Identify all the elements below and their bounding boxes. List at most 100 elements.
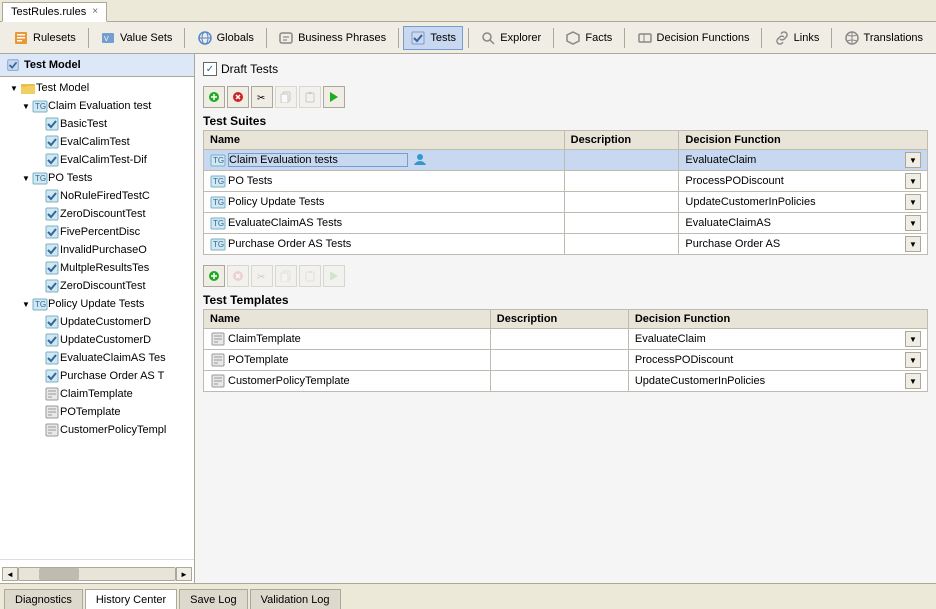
scroll-left-button[interactable]: ◄ — [2, 567, 18, 581]
suite-df-cell[interactable]: EvaluateClaimAS▼ — [679, 213, 928, 234]
df-dropdown-arrow[interactable]: ▼ — [905, 352, 921, 368]
tree-item-evalcalimtest-dif[interactable]: EvalCalimTest-Dif — [2, 151, 192, 169]
suites-add-button[interactable] — [203, 86, 225, 108]
draft-tests-checkbox[interactable]: ✓ — [203, 62, 217, 76]
tree-item-zerodiscount2[interactable]: ZeroDiscountTest — [2, 277, 192, 295]
suite-df-cell[interactable]: UpdateCustomerInPolicies▼ — [679, 192, 928, 213]
suite-name-input[interactable] — [228, 153, 408, 167]
df-dropdown-arrow[interactable]: ▼ — [905, 215, 921, 231]
globals-button[interactable]: Globals — [190, 26, 261, 50]
df-dropdown-arrow[interactable]: ▼ — [905, 152, 921, 168]
templates-add-button[interactable] — [203, 265, 225, 287]
suites-copy-button[interactable] — [275, 86, 297, 108]
templates-copy-button[interactable] — [275, 265, 297, 287]
expand-arrow[interactable]: ▼ — [22, 174, 32, 183]
scroll-right-button[interactable]: ► — [176, 567, 192, 581]
tree-item-potemplate[interactable]: POTemplate — [2, 403, 192, 421]
file-tab[interactable]: TestRules.rules × — [2, 2, 107, 22]
suite-df-cell[interactable]: EvaluateClaim▼ — [679, 150, 928, 171]
templates-paste-button[interactable] — [299, 265, 321, 287]
valuesets-button[interactable]: V Value Sets — [93, 26, 179, 50]
main-area: Test Model ▼ Test Model ▼ TG Claim Evalu… — [0, 54, 936, 583]
tab-diagnostics[interactable]: Diagnostics — [4, 589, 83, 609]
suite-df-cell[interactable]: ProcessPODiscount▼ — [679, 171, 928, 192]
tab-validation-log[interactable]: Validation Log — [250, 589, 341, 609]
suite-row[interactable]: TGEvaluateClaim▼ — [204, 150, 928, 171]
tree-test-icon — [44, 278, 60, 294]
tree-test-icon — [44, 368, 60, 384]
suite-row[interactable]: TGEvaluateClaimAS TestsEvaluateClaimAS▼ — [204, 213, 928, 234]
template-row[interactable]: POTemplateProcessPODiscount▼ — [204, 350, 928, 371]
tree-item-fivepercent[interactable]: FivePercentDisc — [2, 223, 192, 241]
suite-name-cell: TGPurchase Order AS Tests — [204, 234, 565, 255]
template-df-cell[interactable]: ProcessPODiscount▼ — [628, 350, 927, 371]
template-row[interactable]: ClaimTemplateEvaluateClaim▼ — [204, 329, 928, 350]
suites-run-button[interactable] — [323, 86, 345, 108]
facts-label: Facts — [585, 32, 612, 44]
suite-df-cell[interactable]: Purchase Order AS▼ — [679, 234, 928, 255]
tree-item-claim-group[interactable]: ▼ TG Claim Evaluation test — [2, 97, 192, 115]
tree-item-evaluateclaimas[interactable]: EvaluateClaimAS Tes — [2, 349, 192, 367]
h-scrollbar-thumb — [39, 568, 79, 580]
h-scrollbar[interactable] — [18, 567, 176, 581]
tree-item-purchaseas[interactable]: Purchase Order AS T — [2, 367, 192, 385]
tree-item-multipleresults[interactable]: MultpleResultsTes — [2, 259, 192, 277]
suite-desc-cell — [564, 171, 679, 192]
tests-button[interactable]: Tests — [403, 26, 463, 50]
expand-arrow[interactable]: ▼ — [10, 84, 20, 93]
templates-cut-button[interactable]: ✂ — [251, 265, 273, 287]
suite-row[interactable]: TGPurchase Order AS Tests Purchase Order … — [204, 234, 928, 255]
tree-item-basictest[interactable]: BasicTest — [2, 115, 192, 133]
tree-item-customerpolicytemplate[interactable]: CustomerPolicyTempl — [2, 421, 192, 439]
tree-item-invalidpurchase[interactable]: InvalidPurchaseO — [2, 241, 192, 259]
tree-item-updatecustomer1[interactable]: UpdateCustomerD — [2, 313, 192, 331]
decisionfunctions-icon — [637, 30, 653, 46]
facts-button[interactable]: Facts — [558, 26, 619, 50]
phrases-button[interactable]: Business Phrases — [271, 26, 393, 50]
close-icon[interactable]: × — [92, 6, 98, 17]
df-dropdown-arrow[interactable]: ▼ — [905, 194, 921, 210]
tab-save-log[interactable]: Save Log — [179, 589, 247, 609]
suites-cut-button[interactable]: ✂ — [251, 86, 273, 108]
suites-delete-button[interactable] — [227, 86, 249, 108]
valuesets-label: Value Sets — [120, 32, 172, 44]
template-row[interactable]: CustomerPolicyTemplateUpdateCustomerInPo… — [204, 371, 928, 392]
links-button[interactable]: Links — [767, 26, 827, 50]
expand-arrow[interactable]: ▼ — [22, 102, 32, 111]
tree-item-policyupdate-group[interactable]: ▼ TG Policy Update Tests — [2, 295, 192, 313]
df-dropdown-arrow[interactable]: ▼ — [905, 373, 921, 389]
rulesets-button[interactable]: Rulesets — [6, 26, 83, 50]
tree-item-norulefired[interactable]: NoRuleFiredTestC — [2, 187, 192, 205]
tab-history-center[interactable]: History Center — [85, 589, 177, 609]
df-dropdown-arrow[interactable]: ▼ — [905, 331, 921, 347]
template-df-cell[interactable]: UpdateCustomerInPolicies▼ — [628, 371, 927, 392]
svg-text:TG: TG — [35, 174, 46, 183]
tree-item-zerodiscount[interactable]: ZeroDiscountTest — [2, 205, 192, 223]
tree-item-testmodel[interactable]: ▼ Test Model — [2, 79, 192, 97]
panel-title-icon — [6, 58, 20, 72]
tree-item-label: NoRuleFiredTestC — [60, 190, 150, 202]
svg-text:✂: ✂ — [257, 272, 265, 282]
tree-item-updatecustomer2[interactable]: UpdateCustomerD — [2, 331, 192, 349]
tree-item-potests-group[interactable]: ▼ TG PO Tests — [2, 169, 192, 187]
df-dropdown-arrow[interactable]: ▼ — [905, 236, 921, 252]
tree-container[interactable]: ▼ Test Model ▼ TG Claim Evaluation test … — [0, 77, 194, 559]
suite-row[interactable]: TGPolicy Update TestsUpdateCustomerInPol… — [204, 192, 928, 213]
explorer-button[interactable]: Explorer — [473, 26, 548, 50]
tree-item-claimtemplate[interactable]: ClaimTemplate — [2, 385, 192, 403]
tree-item-label: ZeroDiscountTest — [60, 280, 146, 292]
template-df-cell[interactable]: EvaluateClaim▼ — [628, 329, 927, 350]
test-suites-section: ✂ Test Suites Name Descr — [203, 84, 928, 255]
file-tab-label: TestRules.rules — [11, 6, 86, 18]
decisionfunctions-button[interactable]: Decision Functions — [630, 26, 757, 50]
test-templates-section: ✂ Test Templates Name De — [203, 263, 928, 392]
templates-run-button[interactable] — [323, 265, 345, 287]
tree-template-icon — [44, 404, 60, 420]
expand-arrow[interactable]: ▼ — [22, 300, 32, 309]
templates-delete-button[interactable] — [227, 265, 249, 287]
df-dropdown-arrow[interactable]: ▼ — [905, 173, 921, 189]
tree-item-evalcalimtest[interactable]: EvalCalimTest — [2, 133, 192, 151]
suites-paste-button[interactable] — [299, 86, 321, 108]
suite-row[interactable]: TGPO TestsProcessPODiscount▼ — [204, 171, 928, 192]
translations-button[interactable]: Translations — [837, 26, 931, 50]
